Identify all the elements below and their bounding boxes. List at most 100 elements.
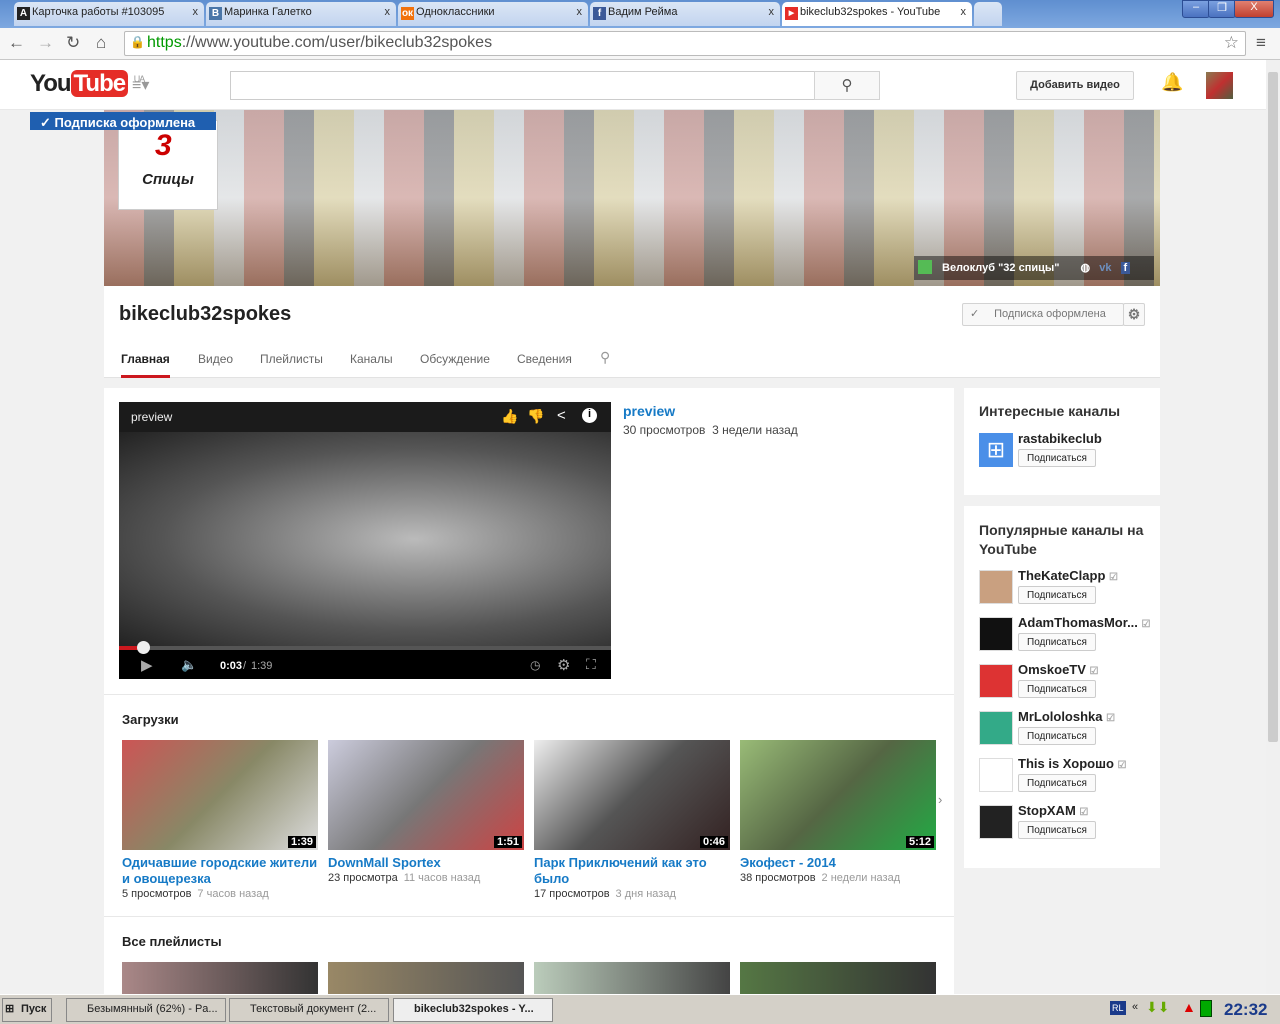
subscribe-button[interactable]: Подписаться (1018, 821, 1096, 839)
channel-avatar[interactable]: ⊞ (979, 433, 1013, 467)
taskbar-item-chrome[interactable]: bikeclub32spokes - Y... (393, 998, 553, 1022)
close-icon[interactable]: x (385, 6, 391, 18)
channel-search-icon[interactable]: ⚲ (600, 349, 610, 366)
channel-settings-gear-icon[interactable]: ⚙ (1123, 303, 1145, 326)
vk-icon[interactable]: vk (1099, 262, 1111, 274)
video-title[interactable]: DownMall Sportex (328, 855, 524, 871)
info-icon[interactable]: i (582, 408, 597, 423)
channel-name[interactable]: StopXAM ☑ (1018, 803, 1158, 818)
playlist-thumbnail[interactable] (534, 962, 730, 998)
channel-avatar[interactable] (979, 711, 1013, 745)
channel-name[interactable]: MrLololoshka ☑ (1018, 709, 1158, 724)
language-indicator[interactable]: RL (1110, 1001, 1126, 1015)
close-icon[interactable]: x (193, 6, 199, 18)
watch-later-icon[interactable]: ◷ (530, 658, 540, 672)
tab-discussion[interactable]: Обсуждение (420, 352, 490, 366)
playlist-thumbnail[interactable] (328, 962, 524, 998)
video-thumbnail[interactable]: 5:12 (740, 740, 936, 850)
fullscreen-icon[interactable]: ⛶ (586, 656, 596, 673)
subscribe-button[interactable]: Подписаться (1018, 449, 1096, 467)
tab-youtube[interactable]: ▶ bikeclub32spokes - YouTube x (782, 2, 972, 26)
channel-name[interactable]: rastabikeclub (1018, 431, 1158, 446)
channel-name[interactable]: TheKateClapp ☑ (1018, 568, 1158, 583)
subscribed-button[interactable]: ✓ Подписка оформлена (962, 303, 1124, 326)
video-thumbnail[interactable]: 1:51 (328, 740, 524, 850)
play-icon[interactable]: ▶ (141, 656, 153, 674)
menu-icon[interactable]: ≡ (1256, 33, 1266, 53)
close-icon[interactable]: x (961, 6, 967, 18)
back-icon[interactable]: ← (8, 33, 25, 53)
channel-name[interactable]: OmskoeTV ☑ (1018, 662, 1158, 677)
video-thumbnail[interactable]: 0:46 (534, 740, 730, 850)
playlist-thumbnail[interactable] (122, 962, 318, 998)
playlists-heading[interactable]: Все плейлисты (122, 934, 222, 949)
youtube-logo[interactable]: You Tube UA (30, 70, 145, 98)
tab-facebook[interactable]: f Вадим Рейма x (590, 2, 780, 26)
upload-button[interactable]: Добавить видео (1016, 71, 1134, 100)
video-thumbnail[interactable]: 1:39 (122, 740, 318, 850)
address-bar[interactable]: 🔒 https://www.youtube.com/user/bikeclub3… (124, 31, 1246, 56)
home-icon[interactable]: ⌂ (96, 33, 106, 53)
settings-gear-icon[interactable]: ⚙ (557, 656, 570, 674)
forward-icon[interactable]: → (37, 33, 54, 53)
banner-link-site[interactable]: Велоклуб "32 спицы" (942, 262, 1059, 274)
subscribe-button[interactable]: Подписаться (1018, 727, 1096, 745)
tab-about[interactable]: Сведения (517, 352, 572, 366)
channel-avatar[interactable] (979, 617, 1013, 651)
subscribe-button[interactable]: Подписаться (1018, 680, 1096, 698)
search-input[interactable] (230, 71, 880, 100)
channel-name[interactable]: AdamThomasMor... ☑ (1018, 615, 1158, 630)
guide-menu-icon[interactable]: ≡▾ (132, 75, 149, 95)
subscribe-button[interactable]: Подписаться (1018, 774, 1096, 792)
interesting-heading: Интересные каналы (979, 403, 1121, 419)
search-button[interactable]: ⚲ (814, 71, 880, 100)
avatar[interactable] (1206, 72, 1233, 99)
close-icon[interactable]: x (769, 6, 775, 18)
video-title[interactable]: Экофест - 2014 (740, 855, 936, 871)
start-button[interactable]: ⊞ Пуск (2, 998, 52, 1022)
tab-channels[interactable]: Каналы (350, 352, 393, 366)
scrubber-handle[interactable] (137, 641, 150, 654)
close-window-button[interactable]: X (1234, 0, 1274, 18)
channel-avatar[interactable] (979, 805, 1013, 839)
facebook-icon[interactable]: f (1120, 262, 1131, 274)
restore-button[interactable]: ❐ (1208, 0, 1236, 18)
featured-video-title[interactable]: preview (623, 403, 675, 419)
tab-videos[interactable]: Видео (198, 352, 233, 366)
tab-vk[interactable]: B Маринка Галетко x (206, 2, 396, 26)
playlist-thumbnail[interactable] (740, 962, 936, 998)
shelf-next-arrow-icon[interactable]: › (938, 792, 942, 807)
bookmark-star-icon[interactable]: ☆ (1224, 33, 1239, 53)
subscribe-button[interactable]: Подписаться (1018, 633, 1096, 651)
tab-kartochka[interactable]: A Карточка работы #103095 x (14, 2, 204, 26)
like-icon[interactable]: 👍 (501, 408, 518, 425)
tray-expand-icon[interactable]: « (1132, 1001, 1138, 1013)
video-title[interactable]: Парк Приключений как это было (534, 855, 730, 887)
warning-icon[interactable]: ▲ (1182, 999, 1196, 1015)
channel-avatar[interactable] (979, 570, 1013, 604)
notification-bell-icon[interactable]: 🔔 (1161, 72, 1183, 93)
channel-avatar[interactable] (979, 758, 1013, 792)
channel-avatar[interactable] (979, 664, 1013, 698)
close-icon[interactable]: x (577, 6, 583, 18)
volume-icon[interactable]: 🔈 (181, 657, 197, 673)
channel-name[interactable]: This is Хорошо ☑ (1018, 756, 1158, 771)
tab-playlists[interactable]: Плейлисты (260, 352, 323, 366)
taskbar-item-paint[interactable]: Безымянный (62%) - Pa... (66, 998, 226, 1022)
globe-icon[interactable]: ◍ (1081, 262, 1091, 274)
minimize-button[interactable]: – (1182, 0, 1210, 18)
share-icon[interactable]: < (557, 407, 566, 424)
progress-bar[interactable] (119, 646, 611, 650)
tab-home[interactable]: Главная (121, 352, 170, 378)
taskbar-item-notepad[interactable]: Текстовый документ (2... (229, 998, 389, 1022)
dislike-icon[interactable]: 👎 (527, 408, 544, 425)
reload-icon[interactable]: ↻ (66, 33, 80, 53)
video-title[interactable]: Одичавшие городские жители и овощерезка (122, 855, 318, 887)
video-player[interactable]: preview 👍 👎 < i ▶ 🔈 0:03 / 1:39 ◷ ⚙ ⛶ (119, 402, 611, 679)
scrollbar-thumb[interactable] (1268, 72, 1278, 742)
subscribe-button[interactable]: Подписаться (1018, 586, 1096, 604)
page-scrollbar[interactable] (1266, 60, 1280, 994)
new-tab-button[interactable] (974, 2, 1002, 26)
uploads-heading[interactable]: Загрузки (122, 712, 179, 727)
tab-ok[interactable]: ок Одноклассники x (398, 2, 588, 26)
